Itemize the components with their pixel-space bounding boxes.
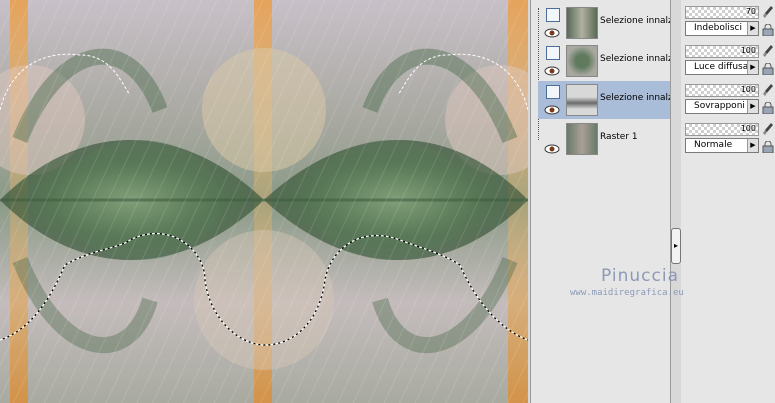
layer-property-row: 70 Indebolisci ▶ (683, 4, 774, 42)
layer-property-row: 100 Normale ▶ (683, 121, 774, 159)
dropdown-arrow-icon[interactable]: ▶ (747, 22, 758, 35)
layer-name: Selezione innalza (600, 93, 670, 103)
blend-mode-label: Luce diffusa (694, 62, 749, 72)
layer-row[interactable]: Raster 1 (538, 120, 670, 158)
blend-mode-dropdown[interactable]: Indebolisci ▶ (685, 21, 759, 36)
eye-icon[interactable] (544, 105, 560, 115)
layer-name: Selezione innalza (600, 16, 670, 26)
blend-mode-dropdown[interactable]: Normale ▶ (685, 138, 759, 153)
opacity-slider[interactable]: 70 (685, 6, 759, 19)
blend-mode-label: Normale (694, 140, 733, 150)
layer-row-selected[interactable]: Selezione innalza (538, 81, 670, 119)
dropdown-arrow-icon[interactable]: ▶ (747, 139, 758, 152)
layer-name: Selezione innalza (600, 54, 670, 64)
blend-mode-label: Sovrapponi (694, 101, 745, 111)
layer-row[interactable]: Selezione innalza (538, 4, 670, 42)
raster-layer-icon (546, 85, 560, 99)
raster-layer-icon (546, 8, 560, 22)
opacity-value: 100 (740, 46, 756, 55)
layer-thumbnail (566, 84, 598, 116)
canvas-artwork (0, 0, 528, 403)
opacity-value: 70 (745, 7, 756, 16)
brush-icon[interactable] (762, 83, 774, 97)
eye-icon[interactable] (544, 28, 560, 38)
watermark-name: Pinuccia (601, 266, 679, 286)
chevron-right-icon[interactable]: ▸ (671, 228, 681, 264)
blend-mode-dropdown[interactable]: Sovrapponi ▶ (685, 99, 759, 114)
opacity-slider[interactable]: 100 (685, 123, 759, 136)
layer-name: Raster 1 (600, 132, 638, 142)
blend-mode-label: Indebolisci (694, 23, 742, 33)
layer-property-row: 100 Luce diffusa ▶ (683, 43, 774, 81)
layer-row[interactable]: Selezione innalza (538, 42, 670, 80)
blend-mode-dropdown[interactable]: Luce diffusa ▶ (685, 60, 759, 75)
lock-icon[interactable] (762, 24, 774, 36)
dropdown-arrow-icon[interactable]: ▶ (747, 61, 758, 74)
raster-layer-icon (546, 46, 560, 60)
dropdown-arrow-icon[interactable]: ▶ (747, 100, 758, 113)
eye-icon[interactable] (544, 66, 560, 76)
layer-thumbnail (566, 123, 598, 155)
layer-property-row: 100 Sovrapponi ▶ (683, 82, 774, 120)
eye-icon[interactable] (544, 144, 560, 154)
layer-thumbnail (566, 7, 598, 39)
brush-icon[interactable] (762, 122, 774, 136)
layer-properties-panel: 70 Indebolisci ▶ 100 Luce diffusa ▶ 100 So… (681, 0, 775, 403)
image-canvas[interactable] (0, 0, 528, 403)
brush-icon[interactable] (762, 5, 774, 19)
layer-thumbnail (566, 45, 598, 77)
opacity-slider[interactable]: 100 (685, 84, 759, 97)
opacity-value: 100 (740, 124, 756, 133)
watermark-url: www.maidiregrafica.eu (570, 288, 684, 298)
lock-icon[interactable] (762, 102, 774, 114)
lock-icon[interactable] (762, 141, 774, 153)
opacity-slider[interactable]: 100 (685, 45, 759, 58)
opacity-value: 100 (740, 85, 756, 94)
lock-icon[interactable] (762, 63, 774, 75)
brush-icon[interactable] (762, 44, 774, 58)
